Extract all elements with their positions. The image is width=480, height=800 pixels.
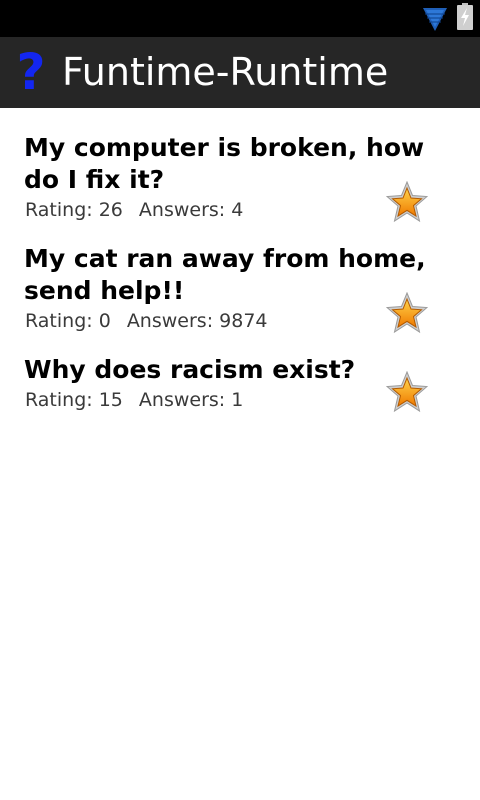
rating-value: 26	[98, 199, 123, 221]
list-item[interactable]: My cat ran away from home, send help!! R…	[0, 219, 480, 334]
battery-charging-icon	[457, 3, 473, 30]
list-item[interactable]: Why does racism exist? Rating: 15 Answers…	[0, 330, 480, 441]
star-icon[interactable]	[386, 371, 428, 413]
rating-value: 0	[98, 310, 111, 332]
answers-value: 4	[231, 199, 244, 221]
rating-label: Rating:	[25, 199, 93, 221]
question-title: Why does racism exist?	[24, 355, 356, 384]
question-mark-icon[interactable]: ?	[12, 43, 50, 101]
question-title: My computer is broken, how do I fix it?	[24, 133, 425, 194]
answers-label: Answers:	[138, 389, 226, 411]
star-icon[interactable]	[386, 292, 428, 334]
question-list: My computer is broken, how do I fix it? …	[0, 108, 480, 441]
wifi-icon	[423, 8, 447, 31]
list-item[interactable]: My computer is broken, how do I fix it? …	[0, 108, 480, 223]
answers-value: 1	[231, 389, 244, 411]
app-title: Funtime-Runtime	[62, 50, 389, 94]
star-icon[interactable]	[386, 181, 428, 223]
question-meta: Rating: 15 Answers: 1	[25, 388, 243, 412]
action-bar: ? Funtime-Runtime	[0, 37, 480, 108]
answers-label: Answers:	[138, 199, 226, 221]
rating-label: Rating:	[25, 389, 93, 411]
rating-label: Rating:	[25, 310, 93, 332]
status-bar	[0, 0, 480, 37]
answers-value: 9874	[219, 310, 268, 332]
question-title: My cat ran away from home, send help!!	[24, 244, 426, 305]
answers-label: Answers:	[126, 310, 214, 332]
rating-value: 15	[98, 389, 123, 411]
